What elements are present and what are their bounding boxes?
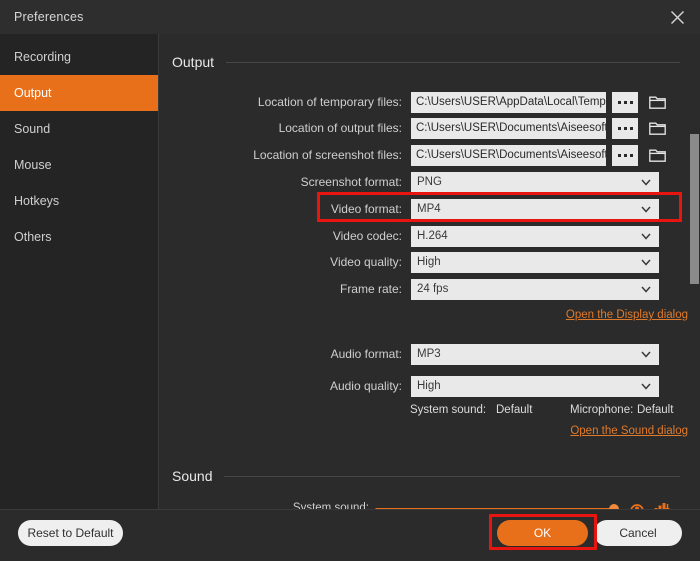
screenshot-files-browse-button[interactable] bbox=[612, 145, 638, 166]
screenshot-files-input[interactable]: C:\Users\USER\Documents\Aiseesoft bbox=[411, 145, 606, 166]
audio-format-value: MP3 bbox=[417, 348, 639, 360]
sidebar-item-label: Hotkeys bbox=[14, 194, 59, 208]
frame-rate-row: Frame rate: 24 fps bbox=[159, 278, 689, 300]
video-quality-label: Video quality: bbox=[159, 255, 411, 269]
chevron-down-icon bbox=[639, 202, 653, 216]
folder-icon[interactable] bbox=[646, 118, 668, 139]
screenshot-format-select[interactable]: PNG bbox=[411, 172, 659, 193]
video-quality-select[interactable]: High bbox=[411, 252, 659, 273]
output-files-label: Location of output files: bbox=[159, 121, 411, 135]
open-display-dialog-link[interactable]: Open the Display dialog bbox=[566, 309, 688, 321]
ok-button[interactable]: OK bbox=[497, 520, 588, 546]
output-files-row: Location of output files: C:\Users\USER\… bbox=[159, 117, 689, 139]
scrollbar-track[interactable] bbox=[689, 34, 700, 509]
section-rule bbox=[224, 476, 680, 477]
audio-quality-value: High bbox=[417, 380, 639, 392]
video-quality-value: High bbox=[417, 256, 639, 268]
chevron-down-icon bbox=[639, 282, 653, 296]
preferences-dialog: Preferences Recording Output Sound Mouse… bbox=[0, 0, 700, 561]
screenshot-format-label: Screenshot format: bbox=[159, 175, 411, 189]
screenshot-format-value: PNG bbox=[417, 176, 639, 188]
sidebar: Recording Output Sound Mouse Hotkeys Oth… bbox=[0, 34, 158, 509]
cancel-label: Cancel bbox=[619, 526, 656, 540]
section-title: Output bbox=[172, 54, 214, 70]
sound-settings-icon[interactable] bbox=[629, 500, 645, 509]
chevron-down-icon bbox=[639, 255, 653, 269]
frame-rate-label: Frame rate: bbox=[159, 282, 411, 296]
sound-system-sound-label: System sound: bbox=[159, 502, 369, 509]
video-format-select[interactable]: MP4 bbox=[411, 199, 659, 220]
sidebar-item-label: Output bbox=[14, 86, 52, 100]
temp-files-input[interactable]: C:\Users\USER\AppData\Local\Temp bbox=[411, 92, 606, 113]
sidebar-item-label: Sound bbox=[14, 122, 50, 136]
settings-scroll-area[interactable]: Output Location of temporary files: C:\U… bbox=[159, 34, 700, 509]
system-sound-value: Default bbox=[496, 404, 532, 416]
audio-quality-select[interactable]: High bbox=[411, 376, 659, 397]
chevron-down-icon bbox=[639, 175, 653, 189]
scrollbar-thumb[interactable] bbox=[690, 134, 699, 284]
video-codec-row: Video codec: H.264 bbox=[159, 225, 689, 247]
output-files-browse-button[interactable] bbox=[612, 118, 638, 139]
footer-divider bbox=[0, 509, 700, 510]
screenshot-format-row: Screenshot format: PNG bbox=[159, 171, 689, 193]
audio-quality-label: Audio quality: bbox=[159, 379, 411, 393]
chevron-down-icon bbox=[639, 347, 653, 361]
chevron-down-icon bbox=[639, 379, 653, 393]
video-format-value: MP4 bbox=[417, 203, 639, 215]
video-format-label: Video format: bbox=[159, 202, 411, 216]
sidebar-item-mouse[interactable]: Mouse bbox=[0, 147, 158, 183]
microphone-label: Microphone: bbox=[570, 404, 633, 416]
sidebar-item-sound[interactable]: Sound bbox=[0, 111, 158, 147]
audio-format-row: Audio format: MP3 bbox=[159, 343, 689, 365]
frame-rate-select[interactable]: 24 fps bbox=[411, 279, 659, 300]
temp-files-row: Location of temporary files: C:\Users\US… bbox=[159, 91, 689, 113]
folder-icon[interactable] bbox=[646, 145, 668, 166]
reset-to-default-label: Reset to Default bbox=[27, 526, 113, 540]
system-sound-label: System sound: bbox=[410, 404, 486, 416]
video-codec-value: H.264 bbox=[417, 230, 639, 242]
video-codec-select[interactable]: H.264 bbox=[411, 226, 659, 247]
ok-label: OK bbox=[534, 526, 551, 540]
temp-files-label: Location of temporary files: bbox=[159, 95, 411, 109]
folder-icon[interactable] bbox=[646, 92, 668, 113]
sidebar-item-recording[interactable]: Recording bbox=[0, 39, 158, 75]
output-section-heading: Output bbox=[172, 54, 688, 70]
volume-icon[interactable] bbox=[654, 500, 670, 509]
sound-section-heading: Sound bbox=[172, 468, 688, 484]
sidebar-item-hotkeys[interactable]: Hotkeys bbox=[0, 183, 158, 219]
audio-format-label: Audio format: bbox=[159, 347, 411, 361]
output-files-input[interactable]: C:\Users\USER\Documents\Aiseesoft bbox=[411, 118, 606, 139]
title-bar: Preferences bbox=[0, 0, 700, 34]
sidebar-item-label: Others bbox=[14, 230, 52, 244]
chevron-down-icon bbox=[639, 229, 653, 243]
sidebar-item-output[interactable]: Output bbox=[0, 75, 158, 111]
temp-files-browse-button[interactable] bbox=[612, 92, 638, 113]
video-quality-row: Video quality: High bbox=[159, 251, 689, 273]
window-title: Preferences bbox=[14, 10, 84, 24]
screenshot-files-label: Location of screenshot files: bbox=[159, 148, 411, 162]
section-title: Sound bbox=[172, 468, 212, 484]
audio-quality-row: Audio quality: High bbox=[159, 375, 689, 397]
sidebar-item-label: Mouse bbox=[14, 158, 52, 172]
video-format-row: Video format: MP4 bbox=[159, 198, 689, 220]
section-rule bbox=[226, 62, 680, 63]
reset-to-default-button[interactable]: Reset to Default bbox=[18, 520, 123, 546]
cancel-button[interactable]: Cancel bbox=[594, 520, 682, 546]
screenshot-files-row: Location of screenshot files: C:\Users\U… bbox=[159, 144, 689, 166]
frame-rate-value: 24 fps bbox=[417, 283, 639, 295]
close-icon[interactable] bbox=[654, 0, 700, 34]
sidebar-item-others[interactable]: Others bbox=[0, 219, 158, 255]
sidebar-item-label: Recording bbox=[14, 50, 71, 64]
dialog-footer: Reset to Default OK Cancel bbox=[0, 509, 700, 561]
open-sound-dialog-link[interactable]: Open the Sound dialog bbox=[570, 425, 688, 437]
microphone-value: Default bbox=[637, 404, 673, 416]
video-codec-label: Video codec: bbox=[159, 229, 411, 243]
audio-format-select[interactable]: MP3 bbox=[411, 344, 659, 365]
